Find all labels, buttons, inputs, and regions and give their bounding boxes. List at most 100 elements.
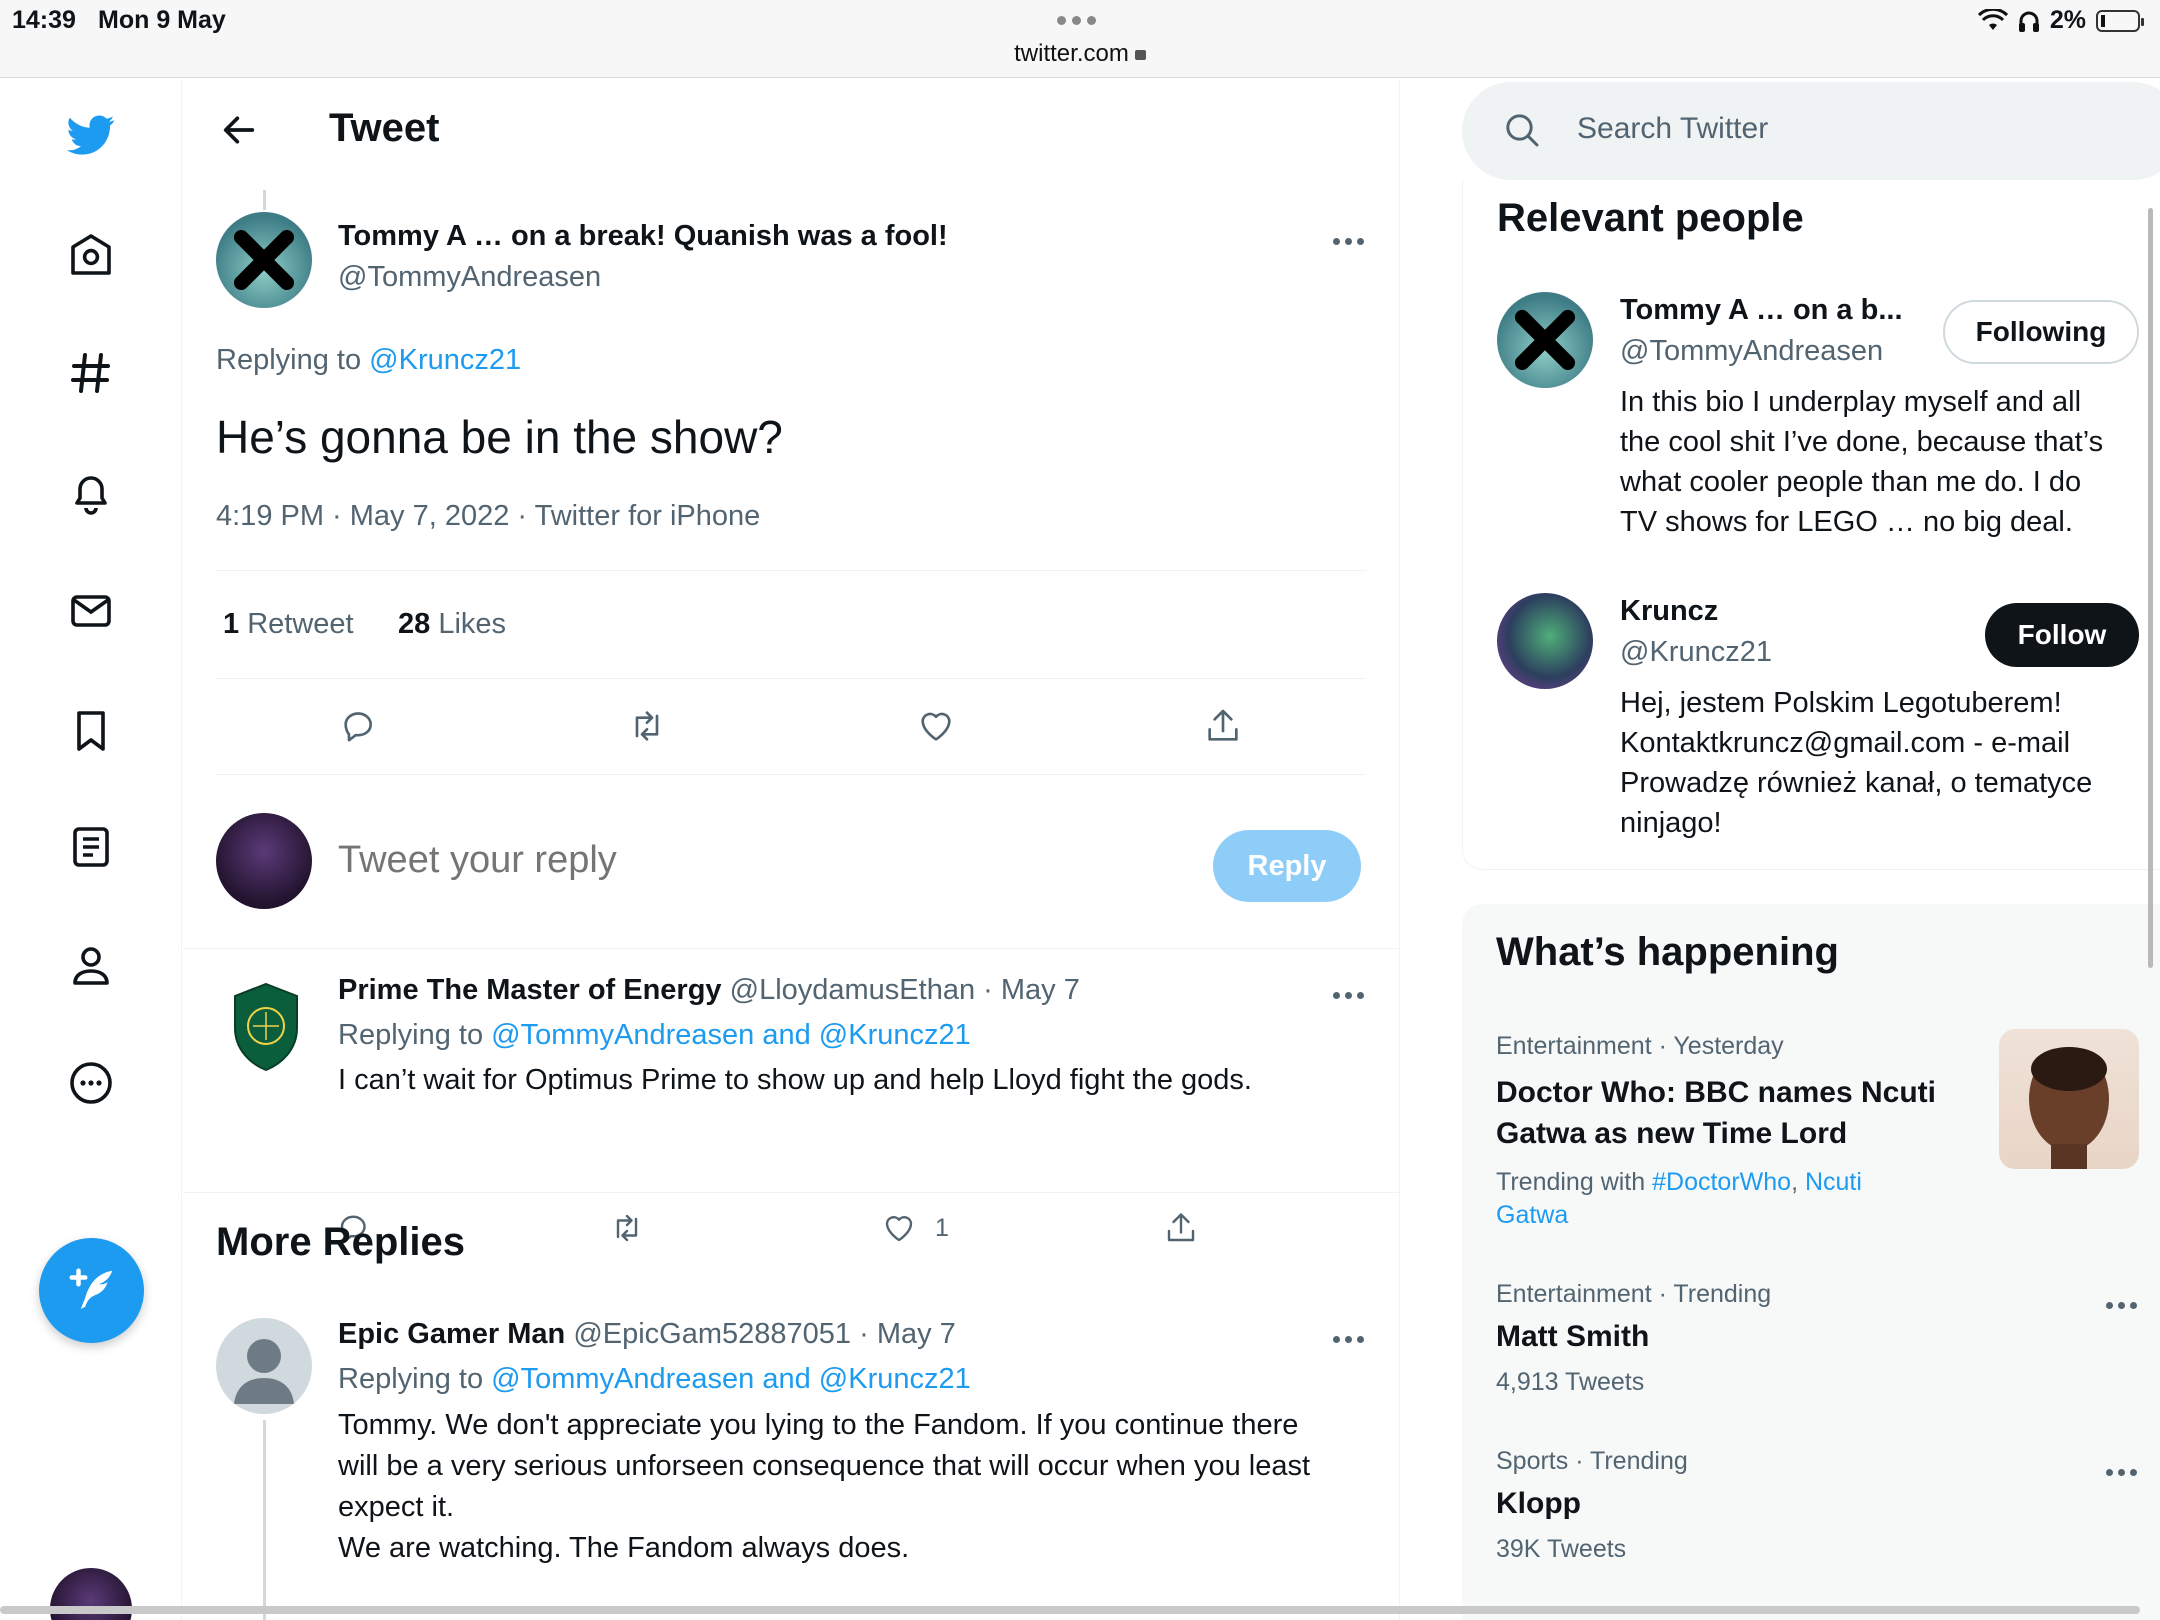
tweet-author-name[interactable]: Tommy A … on a break! Quanish was a fool… — [338, 220, 948, 253]
compose-tweet-button[interactable] — [39, 1238, 144, 1343]
lists-icon[interactable] — [66, 822, 116, 872]
trend-meta: Sports · Trending — [1496, 1447, 1688, 1475]
more-reply-author-handle[interactable]: @EpicGam52887051 — [573, 1318, 851, 1350]
like-action[interactable] — [916, 706, 956, 746]
composer-avatar[interactable] — [216, 813, 312, 909]
retweet-stat[interactable]: 1 Retweet — [223, 608, 354, 641]
replying-prefix: Replying to — [216, 344, 362, 376]
thread-line — [263, 190, 266, 210]
replying-to-link[interactable]: @TommyAndreasen and @Kruncz21 — [491, 1363, 971, 1395]
replying-to-link[interactable]: @TommyAndreasen and @Kruncz21 — [491, 1019, 971, 1051]
status-date: Mon 9 May — [98, 6, 226, 34]
likes-label: Likes — [438, 608, 507, 640]
more-options-icon[interactable] — [66, 1058, 116, 1108]
text-line: Tommy. We don't appreciate you lying to … — [338, 1409, 1299, 1441]
person-avatar[interactable] — [1497, 593, 1593, 689]
trend-name-link[interactable]: Gatwa — [1496, 1199, 1862, 1232]
trend-title: Doctor Who: BBC names Ncuti Gatwa as new… — [1496, 1072, 1936, 1154]
whats-happening-title: What’s happening — [1496, 930, 1839, 974]
more-reply-author-avatar[interactable] — [216, 1318, 312, 1414]
following-button[interactable]: Following — [1943, 300, 2139, 364]
reply-author-handle[interactable]: @LloydamusEthan — [730, 974, 975, 1006]
person-bio: In this bio I underplay myself and all t… — [1620, 382, 2103, 542]
trend-hashtag-link[interactable]: #DoctorWho — [1652, 1168, 1791, 1196]
twitter-logo-icon[interactable] — [66, 110, 116, 160]
person-handle[interactable]: @TommyAndreasen — [1620, 335, 1883, 368]
tweet-author-handle[interactable]: @TommyAndreasen — [338, 261, 601, 294]
retweet-count: 1 — [223, 608, 240, 640]
retweet-icon — [616, 1214, 638, 1242]
explore-hashtag-icon[interactable] — [66, 348, 116, 398]
bio-line: Prowadzę również kanał, o tematyce — [1620, 767, 2093, 799]
headphones-icon — [2018, 11, 2039, 32]
x-mark-icon — [216, 212, 312, 308]
reply-share-action[interactable] — [1163, 1210, 1199, 1246]
person-name[interactable]: Kruncz — [1620, 595, 1718, 628]
reply-header: Prime The Master of Energy @LloydamusEth… — [338, 974, 1080, 1007]
share-icon — [1208, 709, 1238, 741]
trend-with: Trending with #DoctorWho, Ncuti Gatwa — [1496, 1166, 1862, 1232]
reply-button[interactable]: Reply — [1213, 830, 1361, 902]
reply-date[interactable]: · May 7 — [983, 974, 1080, 1006]
home-icon[interactable] — [66, 230, 116, 280]
more-reply-author-name[interactable]: Epic Gamer Man — [338, 1318, 565, 1350]
person-name[interactable]: Tommy A … on a b... — [1620, 294, 1903, 327]
scrollbar[interactable] — [2148, 208, 2153, 968]
trend-more-icon[interactable] — [2106, 1302, 2137, 1309]
bio-line: the cool shit I’ve done, because that’s — [1620, 426, 2104, 458]
url-bar[interactable]: twitter.com — [0, 40, 2160, 68]
divider — [216, 570, 1366, 571]
bookmarks-icon[interactable] — [66, 706, 116, 756]
tweet-more-icon[interactable] — [1333, 238, 1364, 245]
reply-more-icon[interactable] — [1333, 992, 1364, 999]
text-line: expect it. — [338, 1491, 455, 1523]
more-reply-header: Epic Gamer Man @EpicGam52887051 · May 7 — [338, 1318, 956, 1351]
likes-count: 28 — [398, 608, 431, 640]
status-bar: 14:39 Mon 9 May twitter.com 2% — [0, 0, 2160, 78]
trend-title-line: Gatwa as new Time Lord — [1496, 1117, 1848, 1150]
trend-meta: Entertainment · Trending — [1496, 1280, 1772, 1308]
search-box[interactable]: Search Twitter — [1462, 82, 2160, 180]
tweet-author-avatar[interactable] — [216, 212, 312, 308]
multitasking-dots-icon[interactable] — [1057, 16, 1096, 25]
replying-to-link[interactable]: @Kruncz21 — [369, 344, 521, 376]
retweet-label: Retweet — [247, 608, 354, 640]
profile-icon[interactable] — [66, 940, 116, 990]
trend-count: 4,913 Tweets — [1496, 1368, 1645, 1396]
tweet-meta[interactable]: 4:19 PM · May 7, 2022 · Twitter for iPho… — [216, 500, 760, 533]
trend-with-prefix: Trending with — [1496, 1168, 1646, 1196]
more-reply-more-icon[interactable] — [1333, 1336, 1364, 1343]
reply-retweet-action[interactable] — [609, 1210, 645, 1246]
reply-author-name[interactable]: Prime The Master of Energy — [338, 974, 722, 1006]
person-handle[interactable]: @Kruncz21 — [1620, 636, 1772, 669]
share-action[interactable] — [1203, 706, 1243, 746]
battery-percent: 2% — [2049, 6, 2086, 34]
reply-author-avatar[interactable] — [231, 982, 301, 1072]
battery-icon — [2096, 9, 2144, 32]
reply-icon — [344, 712, 372, 742]
reply-like-action[interactable]: 1 — [881, 1210, 949, 1246]
more-reply-text: Tommy. We don't appreciate you lying to … — [338, 1405, 1310, 1569]
notifications-bell-icon[interactable] — [66, 468, 116, 518]
person-avatar[interactable] — [1497, 292, 1593, 388]
more-reply-date[interactable]: · May 7 — [859, 1318, 956, 1350]
retweet-action[interactable] — [627, 706, 667, 746]
follow-button[interactable]: Follow — [1985, 603, 2139, 667]
lock-icon — [1134, 50, 1146, 60]
reply-action[interactable] — [339, 706, 379, 746]
person-bio: Hej, jestem Polskim Legotuberem! Kontakt… — [1620, 683, 2092, 843]
retweet-icon — [635, 711, 659, 741]
home-indicator[interactable] — [0, 1606, 2140, 1614]
reply-input[interactable] — [338, 832, 1158, 888]
messages-envelope-icon[interactable] — [66, 586, 116, 636]
trend-more-icon[interactable] — [2106, 1469, 2137, 1476]
trend-name-link[interactable]: Ncuti — [1805, 1168, 1862, 1196]
trend-thumbnail[interactable] — [1999, 1029, 2139, 1169]
bio-line: In this bio I underplay myself and all — [1620, 386, 2082, 418]
replying-prefix: Replying to — [338, 1363, 484, 1395]
back-arrow-icon[interactable] — [219, 110, 259, 155]
likes-stat[interactable]: 28 Likes — [398, 608, 506, 641]
left-navigation — [0, 80, 182, 1620]
search-icon — [1506, 114, 1539, 147]
replying-to: Replying to @Kruncz21 — [216, 344, 521, 377]
